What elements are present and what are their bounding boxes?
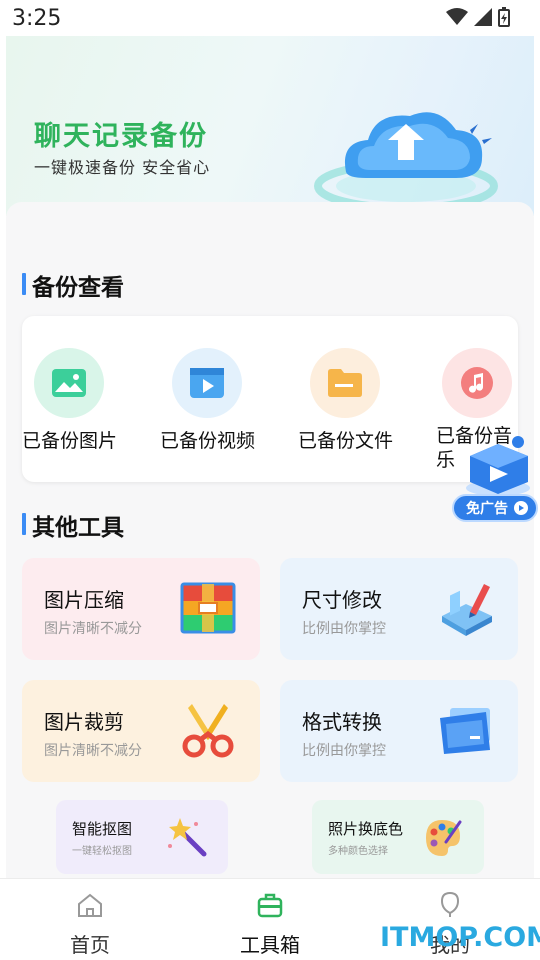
tool-card-title: 图片压缩	[44, 588, 124, 612]
folder-icon	[310, 348, 380, 418]
play-arrow-icon	[514, 501, 528, 515]
backup-item-files[interactable]: 已备份文件	[298, 348, 428, 468]
convert-icon	[440, 708, 490, 754]
backup-item-videos[interactable]: 已备份视频	[160, 348, 290, 468]
ad-free-label: 免广告	[466, 501, 508, 517]
tools-section-title: 其他工具	[22, 508, 124, 542]
tool-card-resize[interactable]: 尺寸修改 比例由你掌控	[280, 558, 518, 660]
profile-icon	[440, 891, 460, 917]
image-icon	[34, 348, 104, 418]
ad-free-float-button[interactable]: 免广告	[450, 432, 538, 524]
tool-card-subtitle: 比例由你掌控	[302, 621, 386, 637]
site-watermark: ITMOP.COM	[380, 922, 540, 953]
status-time: 3:25	[12, 6, 62, 31]
scissors-icon	[182, 704, 234, 758]
tool-card-title: 图片裁剪	[44, 710, 124, 734]
backup-item-label: 已备份图片	[22, 430, 118, 452]
battery-icon	[498, 7, 510, 27]
backup-card: 已备份图片 已备份视频 已备份文件 已备份音乐	[22, 316, 518, 482]
ad-free-label-pill: 免广告	[452, 494, 538, 522]
status-icons	[446, 7, 510, 27]
mini-card-title: 智能抠图	[72, 820, 133, 838]
backup-item-label: 已备份视频	[160, 430, 256, 452]
tab-home[interactable]: 首页	[0, 879, 180, 960]
mini-card-subtitle: 多种颜色选择	[328, 846, 388, 857]
content-panel: 备份查看 已备份图片 已备份视频 已备份文件 已备份音乐 其他工具 图片压缩 图…	[6, 202, 534, 878]
tab-label: 工具箱	[240, 933, 300, 957]
tool-card-title: 尺寸修改	[302, 588, 382, 612]
tool-card-image-compress[interactable]: 图片压缩 图片清晰不减分	[22, 558, 260, 660]
wifi-icon	[446, 8, 468, 25]
backup-section-title: 备份查看	[22, 268, 124, 302]
tool-card-image-crop[interactable]: 图片裁剪 图片清晰不减分	[22, 680, 260, 782]
home-icon	[78, 893, 102, 917]
palette-icon	[426, 820, 462, 856]
hero-banner[interactable]: 聊天记录备份 一键极速备份 安全省心	[6, 36, 534, 216]
tool-card-subtitle: 图片清晰不减分	[44, 743, 142, 759]
backup-item-label: 已备份文件	[298, 430, 394, 452]
resize-icon	[442, 584, 492, 636]
tab-toolbox[interactable]: 工具箱	[180, 879, 360, 960]
tool-card-title: 格式转换	[302, 710, 382, 734]
banner-title: 聊天记录备份	[34, 121, 208, 152]
tool-card-smart-cutout[interactable]: 智能抠图 一键轻松抠图	[56, 800, 228, 874]
tool-card-format-convert[interactable]: 格式转换 比例由你掌控	[280, 680, 518, 782]
backup-item-images[interactable]: 已备份图片	[22, 348, 152, 468]
tool-card-subtitle: 比例由你掌控	[302, 743, 386, 759]
mini-card-subtitle: 一键轻松抠图	[72, 846, 132, 857]
signal-icon	[474, 8, 492, 26]
ad-free-gift-icon	[466, 436, 530, 496]
tab-label: 首页	[70, 933, 110, 957]
magic-wand-icon	[168, 818, 207, 857]
mini-card-title: 照片换底色	[328, 820, 404, 838]
status-bar: 3:25	[0, 0, 540, 36]
cloud-upload-illustration	[314, 112, 498, 212]
music-icon	[442, 348, 512, 418]
tool-card-photo-background[interactable]: 照片换底色 多种颜色选择	[312, 800, 484, 874]
compress-icon	[180, 582, 236, 634]
banner-subtitle: 一键极速备份 安全省心	[34, 158, 211, 177]
toolbox-icon	[257, 893, 283, 918]
video-icon	[172, 348, 242, 418]
tool-card-subtitle: 图片清晰不减分	[44, 621, 142, 637]
